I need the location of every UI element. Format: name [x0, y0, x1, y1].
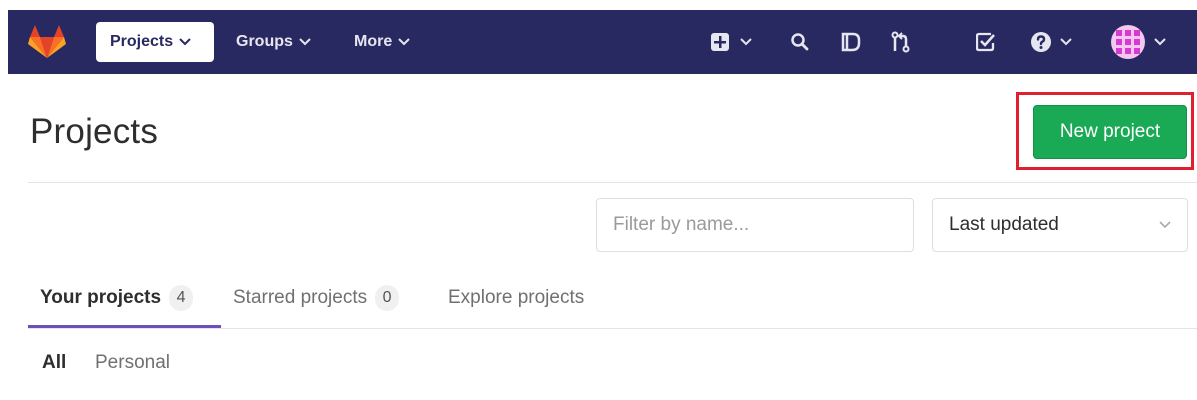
- header-divider: [28, 182, 1197, 183]
- chevron-down-icon: [179, 38, 191, 46]
- nav-groups-label: Groups: [236, 33, 293, 50]
- merge-requests-button[interactable]: [890, 30, 912, 54]
- nav-projects-label: Projects: [110, 33, 174, 50]
- tab-label: Explore projects: [448, 287, 585, 308]
- search-button[interactable]: [790, 30, 810, 54]
- filter-by-name-input[interactable]: Filter by name...: [596, 198, 914, 252]
- tabs-divider: [28, 328, 1197, 329]
- page-title: Projects: [30, 112, 159, 151]
- nav-more-label: More: [354, 33, 393, 50]
- count-badge: 0: [375, 285, 400, 311]
- count-badge: 4: [169, 285, 194, 311]
- tab-explore-projects[interactable]: Explore projects: [448, 268, 584, 328]
- subfilter-personal[interactable]: Personal: [95, 352, 170, 374]
- help-dropdown-button[interactable]: [1030, 30, 1072, 54]
- tab-starred-projects[interactable]: Starred projects 0: [233, 268, 400, 328]
- nav-more[interactable]: More: [354, 22, 410, 62]
- sort-selected-value: Last updated: [949, 214, 1059, 235]
- search-icon: [791, 33, 809, 51]
- subfilter-all[interactable]: All: [42, 352, 66, 374]
- top-strip: [0, 0, 1197, 10]
- merge-request-icon: [891, 31, 910, 53]
- todos-button[interactable]: [976, 30, 996, 54]
- issues-button[interactable]: [840, 30, 862, 54]
- chevron-down-icon: [299, 38, 311, 46]
- nav-projects[interactable]: Projects: [96, 22, 214, 62]
- sort-dropdown[interactable]: Last updated: [932, 198, 1188, 252]
- nav-groups[interactable]: Groups: [236, 22, 311, 62]
- chevron-down-icon: [1154, 38, 1166, 46]
- tab-label: Your projects: [40, 287, 162, 308]
- chevron-down-icon: [1060, 38, 1072, 46]
- plus-square-icon: [711, 33, 729, 51]
- todo-icon: [976, 32, 995, 52]
- new-dropdown-button[interactable]: [710, 30, 752, 54]
- help-icon: [1031, 32, 1051, 52]
- issues-icon: [841, 32, 861, 52]
- chevron-down-icon: [740, 38, 752, 46]
- user-avatar: [1111, 25, 1145, 59]
- chevron-down-icon: [1159, 221, 1171, 229]
- user-menu-button[interactable]: [1110, 24, 1166, 60]
- tab-label: Starred projects: [233, 287, 368, 308]
- new-project-button[interactable]: New project: [1033, 105, 1187, 159]
- filter-placeholder: Filter by name...: [613, 214, 750, 235]
- top-navbar: Projects Groups More: [8, 10, 1197, 74]
- chevron-down-icon: [398, 38, 410, 46]
- highlight-box: New project: [1016, 92, 1194, 170]
- project-tabs: Your projects 4 Starred projects 0 Explo…: [28, 268, 1197, 330]
- gitlab-logo-icon[interactable]: [28, 24, 66, 60]
- tab-your-projects[interactable]: Your projects 4: [40, 268, 194, 328]
